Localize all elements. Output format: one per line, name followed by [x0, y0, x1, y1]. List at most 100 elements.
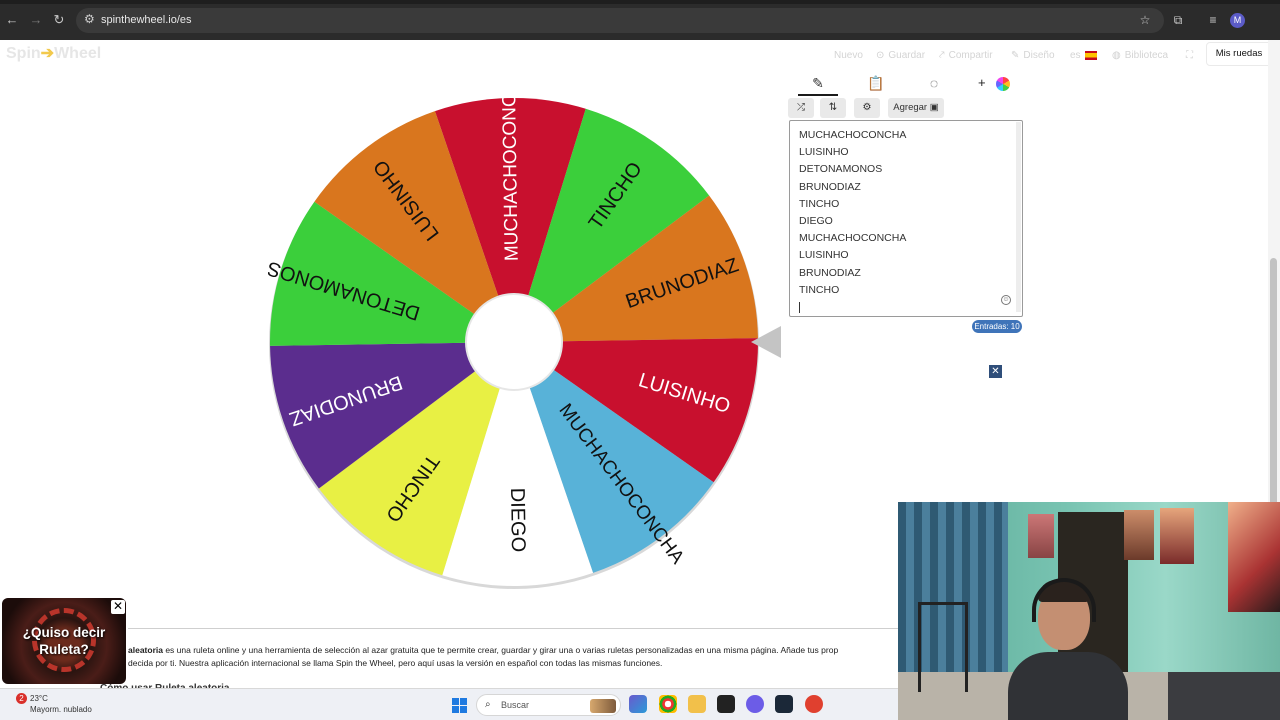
reload-icon[interactable]: ↻	[51, 12, 67, 28]
app-icon-1[interactable]	[717, 695, 735, 713]
description-text: aleatoria es una ruleta online y una her…	[128, 644, 898, 670]
search-icon: ⌕	[485, 699, 491, 710]
sort-icon: ⇅	[828, 102, 838, 113]
advanced-button[interactable]: ⚙	[854, 98, 880, 118]
menu-guardar-label: Guardar	[888, 49, 926, 61]
wheel-pointer-icon	[751, 326, 781, 358]
entries-count-badge: Entradas: 10	[972, 320, 1022, 333]
media-icon[interactable]: ≡	[1205, 12, 1221, 28]
ad-text: ¿Quiso decir Ruleta?	[22, 625, 106, 657]
logo-part-2: Wheel	[54, 45, 102, 62]
shuffle-button[interactable]: ⤮	[788, 98, 814, 118]
browser-toolbar: ← → ↻ ⚙ spinthewheel.io/es ☆ ⧉ ≡ M	[0, 0, 1280, 40]
taskview-icon[interactable]	[629, 695, 647, 713]
webcam-poster-3	[1160, 508, 1194, 564]
forward-icon[interactable]: →	[28, 12, 44, 28]
app-icon-2[interactable]	[746, 695, 764, 713]
menu-diseno-label: Diseño	[1023, 49, 1055, 61]
screen: ← → ↻ ⚙ spinthewheel.io/es ☆ ⧉ ≡ M Spin➔…	[0, 0, 1280, 720]
entry-line[interactable]: BRUNODIAZ	[799, 179, 1022, 196]
webcam-person-body	[1008, 652, 1128, 720]
search-highlight-image	[590, 699, 616, 713]
menu-diseno[interactable]: ✎ Diseño	[1011, 48, 1055, 62]
weather-temperature: 23°C	[30, 694, 48, 703]
address-bar[interactable]: ⚙ spinthewheel.io/es	[76, 8, 1164, 33]
sort-button[interactable]: ⇅	[820, 98, 846, 118]
entry-line[interactable]: MUCHACHOCONCHA	[799, 127, 1022, 144]
save-icon: ⊙	[876, 49, 885, 61]
entries-textarea[interactable]: MUCHACHOCONCHA LUISINHO DETONAMONOS BRUNODI…	[789, 120, 1023, 317]
description-line-1: aleatoria es una ruleta online y una her…	[128, 644, 898, 657]
description-line-2: decida por ti. Nuestra aplicación intern…	[128, 658, 663, 668]
entry-line[interactable]: TINCHO	[799, 282, 1022, 299]
menu-compartir[interactable]: ⤤ Compartir	[939, 48, 993, 62]
entry-line[interactable]: LUISINHO	[799, 247, 1022, 264]
bookmark-star-icon[interactable]: ☆	[1137, 12, 1153, 28]
entries-scrollbar[interactable]	[1016, 122, 1021, 312]
add-image-label: Agregar	[893, 102, 928, 113]
webcam-overlay	[898, 502, 1280, 720]
share-icon: ⤤	[939, 49, 945, 61]
language-code: es	[1070, 49, 1081, 61]
add-image-button[interactable]: Agregar ▣	[888, 98, 944, 118]
fullscreen-icon: ⛶	[1186, 49, 1193, 61]
menu-compartir-label: Compartir	[948, 49, 993, 61]
entry-line[interactable]: BRUNODIAZ	[799, 265, 1022, 282]
url-text: spinthewheel.io/es	[101, 14, 192, 26]
tab-hide-eye-icon[interactable]: ◌	[914, 72, 954, 96]
menu-biblioteca[interactable]: ◍ Biblioteca	[1112, 48, 1168, 62]
fullscreen-button[interactable]: ⛶	[1186, 48, 1193, 62]
ad-close-icon[interactable]: ✕	[111, 600, 125, 614]
entry-line[interactable]: MUCHACHOCONCHA	[799, 230, 1022, 247]
taskbar-search-label: Buscar	[501, 700, 530, 710]
content-divider	[128, 628, 898, 629]
entry-line[interactable]: TINCHO	[799, 196, 1022, 213]
logo-part-1: Spin	[6, 45, 41, 62]
extensions-icon[interactable]: ⧉	[1170, 12, 1186, 28]
close-icon[interactable]: ✕	[989, 365, 1002, 378]
wheel-graphic[interactable]: MUCHACHOCONCHA TINCHOBRUNODIAZLUISINHOMUC…	[268, 88, 760, 596]
site-settings-icon[interactable]: ⚙	[84, 12, 95, 26]
text-caret	[799, 301, 800, 313]
chrome-app-icon[interactable]	[659, 695, 677, 713]
webcam-poster-2	[1124, 510, 1154, 560]
menu-language[interactable]: es	[1070, 48, 1097, 62]
entry-line[interactable]: LUISINHO	[799, 144, 1022, 161]
description-line-1-text: es una ruleta online y una herramienta d…	[162, 645, 839, 655]
entry-line[interactable]: DIEGO	[799, 213, 1022, 230]
emoji-icon[interactable]: ☺	[1001, 295, 1011, 305]
wheel-hub[interactable]	[465, 293, 563, 391]
menu-nuevo[interactable]: Nuevo	[834, 48, 863, 62]
steam-icon[interactable]	[775, 695, 793, 713]
tab-edit-pencil-icon[interactable]: ✎	[798, 72, 838, 96]
wheel-segment-label: MUCHACHOCONCHA	[499, 88, 523, 261]
entry-line[interactable]: DETONAMONOS	[799, 161, 1022, 178]
file-explorer-icon[interactable]	[688, 695, 706, 713]
my-wheels-button[interactable]: Mis ruedas	[1206, 42, 1272, 66]
back-icon[interactable]: ←	[4, 12, 20, 28]
webcam-poster-4	[1228, 502, 1280, 612]
logo-arrow-icon: ➔	[40, 45, 55, 62]
weather-description: Mayorm. nublado	[30, 705, 92, 714]
app-icon-3[interactable]	[805, 695, 823, 713]
shuffle-icon: ⤮	[797, 102, 805, 113]
color-palette-icon[interactable]	[996, 77, 1010, 91]
tab-clipboard-icon[interactable]: 📋	[856, 72, 896, 96]
settings-icon: ⚙	[862, 102, 872, 113]
image-icon: ▣	[929, 102, 939, 113]
description-bold: aleatoria	[128, 645, 163, 655]
design-pencil-icon: ✎	[1011, 49, 1020, 61]
spin-wheel[interactable]: MUCHACHOCONCHA TINCHO BRUNODIAZ LUISINHO MUC…	[268, 88, 760, 596]
roulette-ad[interactable]: ¿Quiso decir Ruleta?	[2, 598, 126, 684]
webcam-desk	[1168, 672, 1280, 720]
globe-icon: ◍	[1112, 49, 1121, 61]
windows-start-icon[interactable]	[452, 698, 467, 713]
weather-badge: 2	[16, 693, 27, 704]
add-wheel-plus-icon[interactable]: +	[978, 75, 986, 90]
menu-guardar[interactable]: ⊙ Guardar	[876, 48, 925, 62]
taskbar-search[interactable]: ⌕ Buscar	[476, 694, 621, 716]
profile-avatar[interactable]: M	[1230, 13, 1245, 28]
menu-biblioteca-label: Biblioteca	[1124, 49, 1169, 61]
site-logo[interactable]: Spin➔Wheel	[6, 43, 101, 63]
entries-tabs: ✎ 📋 ◌	[790, 72, 1022, 96]
